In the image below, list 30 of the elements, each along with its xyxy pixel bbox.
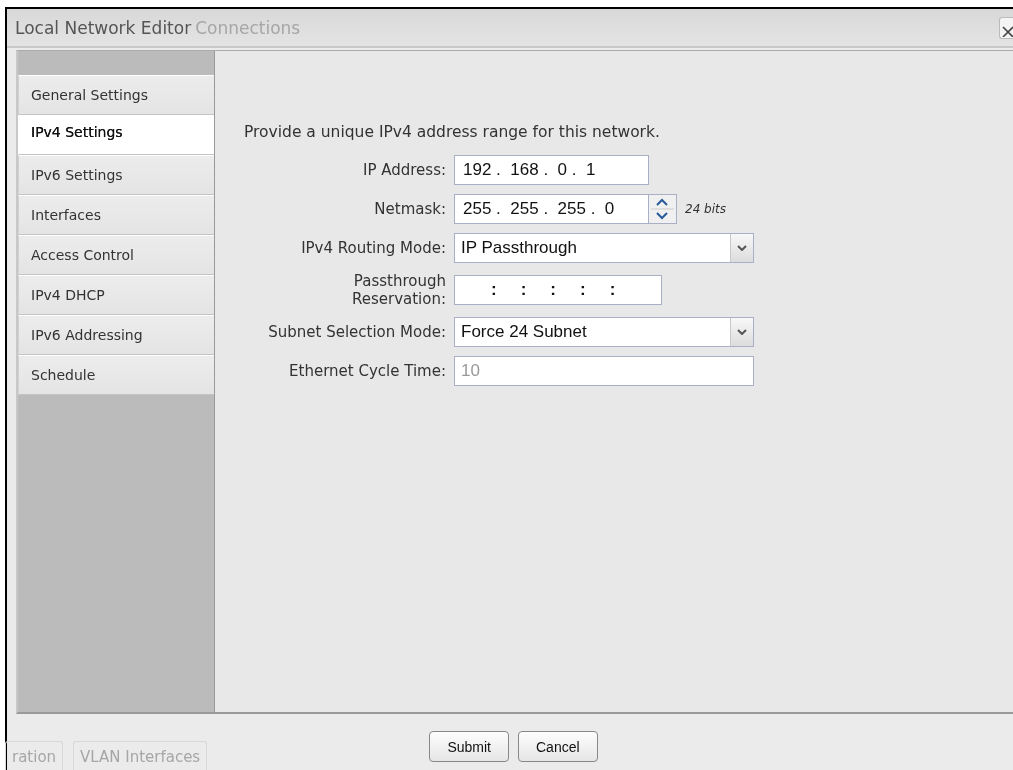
field-label: IP Address: bbox=[361, 161, 446, 179]
description-text: Provide a unique IPv4 address range for this network. bbox=[244, 123, 661, 141]
field-label: Passthrough Reservation: bbox=[350, 272, 446, 308]
field-label: Netmask: bbox=[373, 200, 446, 218]
bits-note: 24 bits bbox=[685, 202, 726, 216]
sidebar-tab[interactable]: IPv6 Addressing bbox=[18, 315, 214, 355]
field-label: IPv4 Routing Mode: bbox=[300, 239, 446, 257]
close-icon bbox=[1002, 26, 1013, 37]
field-label: Subnet Selection Mode: bbox=[267, 323, 446, 341]
sidebar-tab[interactable]: Schedule bbox=[18, 355, 214, 395]
sidebar-tab[interactable]: Interfaces bbox=[18, 195, 214, 235]
dialog-button[interactable]: Cancel bbox=[518, 731, 598, 762]
spinner-control[interactable] bbox=[649, 194, 677, 224]
sidebar-tab[interactable]: General Settings bbox=[18, 75, 214, 115]
sidebar-tab[interactable]: IPv4 Settings bbox=[18, 115, 214, 155]
dialog-title: Local Network Editor bbox=[15, 17, 192, 38]
ip-input-field[interactable]: 255 . 255 . 255 . 0 bbox=[454, 194, 649, 224]
field-label: Ethernet Cycle Time: bbox=[288, 362, 446, 380]
sidebar-tab[interactable]: IPv4 DHCP bbox=[18, 275, 214, 315]
close-button[interactable] bbox=[999, 17, 1013, 39]
background-heading: Connections bbox=[195, 17, 301, 38]
chevron-down-icon bbox=[737, 245, 747, 251]
mac-input-field[interactable]: : : : : : bbox=[454, 275, 662, 305]
sidebar-tab[interactable]: IPv6 Settings bbox=[18, 155, 214, 195]
ip-input-field[interactable]: 192 . 168 . 0 . 1 bbox=[454, 155, 649, 185]
select-dropdown[interactable]: IP Passthrough bbox=[454, 233, 754, 263]
sidebar-tab[interactable]: Access Control bbox=[18, 235, 214, 275]
dialog-button[interactable]: Submit bbox=[429, 731, 509, 762]
select-dropdown[interactable]: Force 24 Subnet bbox=[454, 317, 754, 347]
chevron-down-icon bbox=[737, 329, 747, 335]
